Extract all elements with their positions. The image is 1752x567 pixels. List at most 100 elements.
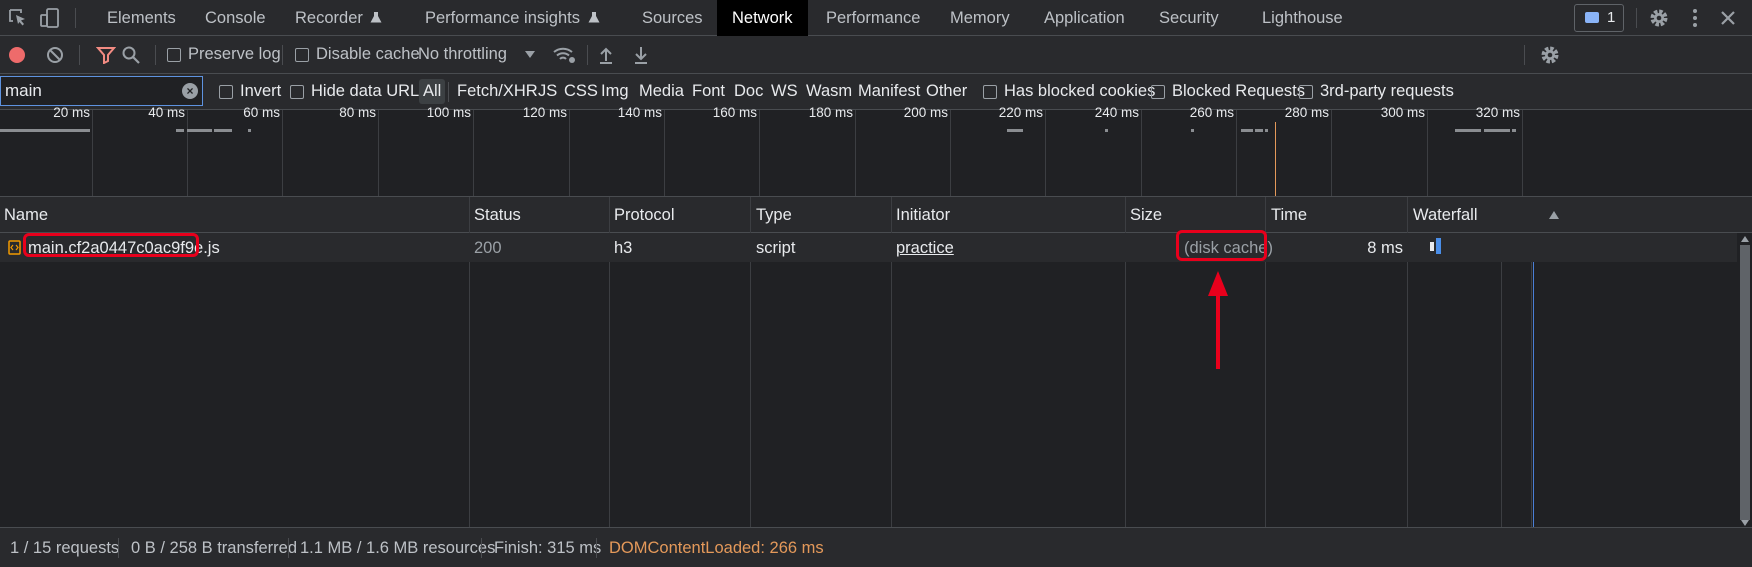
device-toolbar-icon[interactable] xyxy=(38,6,62,30)
scroll-up-icon[interactable] xyxy=(1741,236,1749,242)
overview-tick-label: 80 ms xyxy=(339,105,376,120)
overview-request-bar xyxy=(176,129,184,132)
search-icon[interactable] xyxy=(121,45,141,65)
overview-gridline xyxy=(378,110,379,196)
filter-type-doc[interactable]: Doc xyxy=(730,79,767,104)
devtools-tab-bar: Elements Console Recorder Performance in… xyxy=(0,0,1752,36)
overview-gridline xyxy=(569,110,570,196)
issues-badge[interactable]: 1 xyxy=(1574,4,1624,32)
vertical-scrollbar[interactable] xyxy=(1738,233,1752,526)
scroll-down-icon[interactable] xyxy=(1741,520,1749,526)
network-settings-gear-icon[interactable] xyxy=(1538,43,1562,67)
record-icon[interactable] xyxy=(7,45,27,65)
settings-gear-icon[interactable] xyxy=(1647,6,1671,30)
column-header-protocol[interactable]: Protocol xyxy=(614,206,675,225)
preserve-log-checkbox[interactable] xyxy=(167,48,181,62)
column-header-status[interactable]: Status xyxy=(474,206,521,225)
filter-input-box[interactable]: × xyxy=(0,76,203,106)
clear-filter-icon[interactable]: × xyxy=(182,83,198,99)
toolbar-divider xyxy=(79,45,80,65)
overview-gridline xyxy=(1236,110,1237,196)
annotation-arrow-icon xyxy=(1208,271,1228,369)
invert-checkbox[interactable] xyxy=(219,85,233,99)
column-header-waterfall[interactable]: Waterfall xyxy=(1413,206,1478,225)
tab-performance[interactable]: Performance xyxy=(826,0,920,36)
request-type: script xyxy=(756,239,796,257)
network-conditions-icon[interactable] xyxy=(552,45,576,65)
clear-icon[interactable] xyxy=(45,45,65,65)
inspect-element-icon[interactable] xyxy=(6,6,30,30)
filter-type-fetch-xhr[interactable]: Fetch/XHR xyxy=(453,79,542,104)
table-row[interactable]: main.cf2a0447c0ac9f9e.js 200 h3 script p… xyxy=(0,233,1737,262)
filter-type-img[interactable]: Img xyxy=(597,79,633,104)
resources-size: 1.1 MB / 1.6 MB resources xyxy=(300,539,496,557)
filter-type-wasm[interactable]: Wasm xyxy=(802,79,856,104)
filter-type-manifest[interactable]: Manifest xyxy=(854,79,924,104)
filter-type-css[interactable]: CSS xyxy=(560,79,602,104)
sort-ascending-icon[interactable] xyxy=(1548,210,1560,220)
requests-count: 1 / 15 requests xyxy=(10,539,120,557)
filter-type-ws[interactable]: WS xyxy=(767,79,802,104)
toolbar-divider xyxy=(155,45,156,65)
overview-request-bar xyxy=(1255,129,1263,132)
request-protocol: h3 xyxy=(614,239,633,257)
export-har-icon[interactable] xyxy=(633,45,649,65)
tab-elements[interactable]: Elements xyxy=(107,0,176,36)
column-header-name[interactable]: Name xyxy=(4,206,48,225)
overview-tick-label: 140 ms xyxy=(617,105,662,120)
overview-gridline xyxy=(282,110,283,196)
tab-security[interactable]: Security xyxy=(1159,0,1219,36)
import-har-icon[interactable] xyxy=(598,45,614,65)
overview-tick-label: 220 ms xyxy=(998,105,1043,120)
finish-time: Finish: 315 ms xyxy=(494,539,602,557)
request-initiator-link[interactable]: practice xyxy=(896,239,954,258)
tab-network[interactable]: Network xyxy=(717,0,808,36)
column-header-initiator[interactable]: Initiator xyxy=(896,206,950,225)
filter-type-js[interactable]: JS xyxy=(534,79,561,104)
filter-type-other[interactable]: Other xyxy=(922,79,971,104)
overview-tick-label: 200 ms xyxy=(903,105,948,120)
overview-gridline xyxy=(187,110,188,196)
invert-label: Invert xyxy=(240,82,282,100)
overview-tick-label: 240 ms xyxy=(1094,105,1139,120)
filter-type-font[interactable]: Font xyxy=(688,79,729,104)
tab-memory[interactable]: Memory xyxy=(950,0,1010,36)
blocked-requests-label: Blocked Requests xyxy=(1172,82,1305,100)
more-options-icon[interactable] xyxy=(1683,6,1707,30)
waterfall-gridline xyxy=(1531,233,1532,527)
issues-icon xyxy=(1585,12,1599,23)
column-header-time[interactable]: Time xyxy=(1271,206,1307,225)
overview-gridline xyxy=(1331,110,1332,196)
filter-input[interactable] xyxy=(5,81,175,101)
blocked-cookies-checkbox[interactable] xyxy=(983,85,997,99)
status-divider xyxy=(118,538,119,558)
filter-icon[interactable] xyxy=(96,46,116,64)
overview-tick-label: 60 ms xyxy=(243,105,280,120)
hide-data-urls-checkbox[interactable] xyxy=(290,85,304,99)
scrollbar-thumb[interactable] xyxy=(1740,245,1750,520)
filter-type-all[interactable]: All xyxy=(419,79,446,104)
chevron-down-icon[interactable] xyxy=(524,50,536,59)
toolbar-divider xyxy=(75,8,76,28)
close-devtools-icon[interactable] xyxy=(1716,6,1740,30)
tab-console[interactable]: Console xyxy=(205,0,266,36)
third-party-requests-checkbox[interactable] xyxy=(1299,85,1313,99)
filter-type-media[interactable]: Media xyxy=(635,79,688,104)
disable-cache-checkbox[interactable] xyxy=(295,48,309,62)
blocked-requests-checkbox[interactable] xyxy=(1151,85,1165,99)
overview-request-bar xyxy=(0,129,90,132)
tab-application[interactable]: Application xyxy=(1044,0,1125,36)
column-header-size[interactable]: Size xyxy=(1130,206,1162,225)
tab-sources[interactable]: Sources xyxy=(642,0,703,36)
tab-performance-insights[interactable]: Performance insights xyxy=(425,0,600,36)
network-overview[interactable]: 20 ms 40 ms 60 ms 80 ms 100 ms 120 ms 14… xyxy=(0,105,1752,197)
transferred-size: 0 B / 258 B transferred xyxy=(131,539,298,557)
throttling-select[interactable]: No throttling xyxy=(418,45,507,64)
overview-tick-label: 320 ms xyxy=(1475,105,1520,120)
overview-request-bar xyxy=(214,129,232,132)
tab-lighthouse[interactable]: Lighthouse xyxy=(1262,0,1343,36)
tab-recorder[interactable]: Recorder xyxy=(295,0,382,36)
waterfall-bar-waiting xyxy=(1430,242,1434,251)
status-divider xyxy=(481,538,482,558)
column-header-type[interactable]: Type xyxy=(756,206,792,225)
